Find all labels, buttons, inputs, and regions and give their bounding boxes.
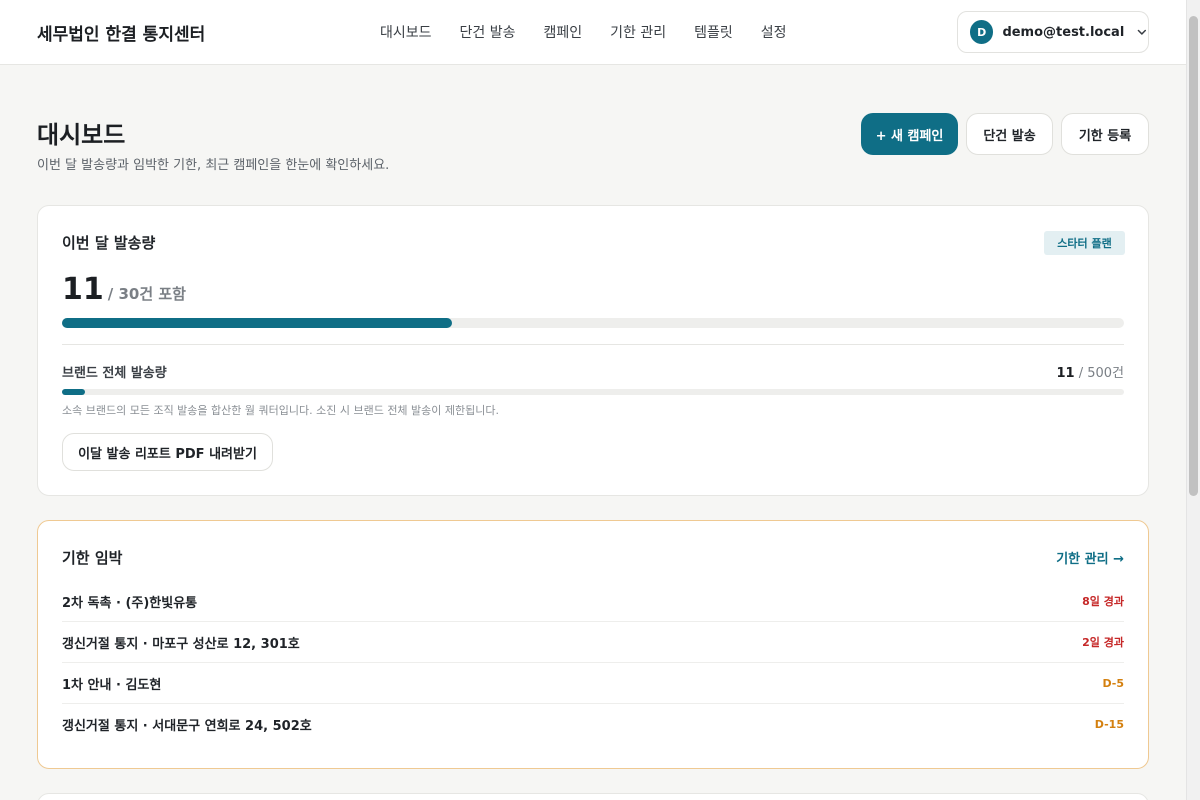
nav-item-deadlines[interactable]: 기한 관리 [610,22,666,42]
brand-usage-progress-fill [62,389,86,395]
brand-usage-limit: / 500건 [1078,366,1124,381]
list-item[interactable]: 갱신거절 통지 · 마포구 성산로 12, 301호 2일 경과 [62,622,1124,663]
deadline-list: 2차 독촉 · (주)한빛유통 8일 경과 갱신거절 통지 · 마포구 성산로 … [62,581,1124,745]
divider [62,344,1124,345]
deadline-status: D-15 [1094,718,1124,731]
top-navigation-bar: 세무법인 한결 통지센터 대시보드 단건 발송 캠페인 기한 관리 템플릿 설정… [0,0,1186,65]
upcoming-deadlines-card: 기한 임박 기한 관리 → 2차 독촉 · (주)한빛유통 8일 경과 갱신거절… [37,520,1149,769]
main-nav: 대시보드 단건 발송 캠페인 기한 관리 템플릿 설정 [380,22,787,42]
usage-card-title: 이번 달 발송량 [62,234,156,252]
deadline-management-link[interactable]: 기한 관리 → [1056,548,1124,567]
account-menu-button[interactable]: D demo@test.local [957,11,1149,53]
nav-item-settings[interactable]: 설정 [761,22,787,42]
avatar: D [970,20,994,44]
nav-item-single-send[interactable]: 단건 발송 [460,22,516,42]
page-scrollbar[interactable] [1186,0,1200,800]
download-report-button[interactable]: 이달 발송 리포트 PDF 내려받기 [62,433,273,471]
new-campaign-button[interactable]: + 새 캠페인 [861,113,958,155]
app-title[interactable]: 세무법인 한결 통지센터 [37,20,205,45]
usage-limit: / 30건 포함 [107,285,186,303]
scrollbar-thumb[interactable] [1189,16,1198,496]
plan-badge: 스타터 플랜 [1044,231,1125,255]
list-item[interactable]: 1차 안내 · 김도현 D-5 [62,663,1124,704]
deadline-item-text: 갱신거절 통지 · 서대문구 연희로 24, 502호 [62,719,312,734]
brand-usage-label: 브랜드 전체 발송량 [62,366,167,381]
deadline-status: D-5 [1102,676,1124,690]
usage-progress-bar [62,318,1124,328]
nav-item-campaigns[interactable]: 캠페인 [544,22,583,42]
deadline-status: 2일 경과 [1082,636,1124,649]
deadline-item-text: 1차 안내 · 김도현 [62,677,162,693]
register-deadline-button[interactable]: 기한 등록 [1061,113,1149,155]
list-item[interactable]: 갱신거절 통지 · 서대문구 연희로 24, 502호 D-15 [62,704,1124,745]
deadline-item-text: 갱신거절 통지 · 마포구 성산로 12, 301호 [62,636,300,652]
monthly-usage-card: 이번 달 발송량 스타터 플랜 11 / 30건 포함 브랜드 전체 발송량 1… [37,205,1149,496]
brand-quota-note: 소속 브랜드의 모든 조직 발송을 합산한 월 쿼터입니다. 소진 시 브랜드 … [62,404,500,417]
chevron-down-icon [1137,29,1147,35]
page-title: 대시보드 [37,121,126,149]
list-item[interactable]: 2차 독촉 · (주)한빛유통 8일 경과 [62,581,1124,622]
single-send-button[interactable]: 단건 발송 [966,113,1053,155]
usage-count: 11 [62,272,104,307]
brand-usage-progress-bar [62,389,1124,395]
brand-usage-count: 11 [1056,366,1075,381]
usage-progress-fill [62,318,452,328]
nav-item-dashboard[interactable]: 대시보드 [380,22,432,42]
account-email: demo@test.local [1002,24,1125,40]
page-subtitle: 이번 달 발송량과 임박한 기한, 최근 캠페인을 한눈에 확인하세요. [37,158,390,173]
brand-usage-value: 11 / 500건 [1056,362,1124,381]
usage-summary: 11 / 30건 포함 [62,272,186,307]
deadline-item-text: 2차 독촉 · (주)한빛유통 [62,595,198,611]
nav-item-templates[interactable]: 템플릿 [694,22,733,42]
next-card [37,793,1149,800]
deadline-status: 8일 경과 [1082,595,1124,608]
deadlines-card-title: 기한 임박 [62,549,123,567]
